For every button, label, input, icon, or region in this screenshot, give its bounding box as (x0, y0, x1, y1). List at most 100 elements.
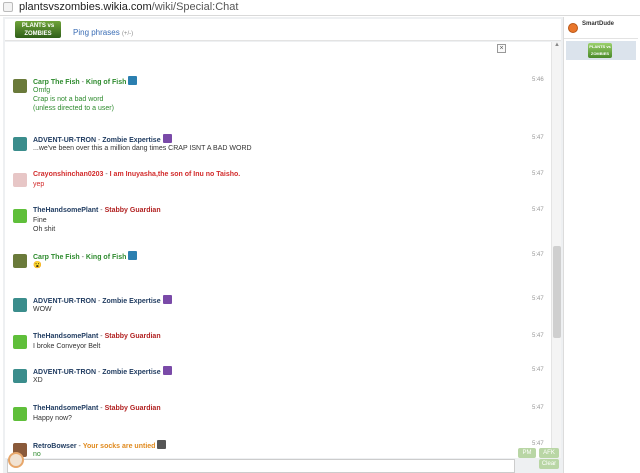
user-avatar[interactable] (13, 209, 27, 223)
scroll-up-icon[interactable]: ▲ (552, 42, 562, 48)
room-entry[interactable]: PLANTS vs ZOMBIES (566, 41, 636, 60)
address-text[interactable]: plantsvszombies.wikia.com/wiki/Special:C… (19, 1, 238, 14)
user-avatar[interactable] (13, 298, 27, 312)
chat-message: TheHandsomePlant - Stabby Guardian 5:47 Fi… (5, 206, 551, 234)
message-time: 5:46 (532, 77, 544, 83)
message-line: I broke Conveyor Belt (33, 343, 101, 350)
user-title: I am Inuyasha,the son of Inu no Taisho. (109, 171, 241, 178)
user-avatar[interactable] (13, 254, 27, 268)
message-header: RetroBowser - Your socks are untied (33, 440, 167, 451)
username[interactable]: Carp The Fish (33, 79, 80, 86)
message-header: ADVENT-UR-TRON - Zombie Expertise (33, 366, 172, 377)
chat-window: PLANTS vs ZOMBIES Ping phrases (+/-) × C… (3, 17, 638, 473)
ping-phrases-link[interactable]: Ping phrases (+/-) (73, 28, 133, 37)
username[interactable]: Crayonshinchan0203 (33, 171, 103, 178)
message-text: Omfg Crap is not a bad word (unless direct… (33, 86, 114, 113)
chat-message: ADVENT-UR-TRON - Zombie Expertise 5:47 WOW (5, 295, 551, 314)
chat-message: ADVENT-UR-TRON - Zombie Expertise 5:47 XD (5, 366, 551, 385)
self-avatar (8, 452, 24, 468)
message-list: × Carp The Fish - King of Fish 5:46 Omfg Cr… (5, 42, 551, 458)
message-line: ...we've been over this a million dang t… (33, 145, 252, 152)
message-text: yep (33, 180, 44, 189)
message-line: WOW (33, 306, 52, 313)
close-icon[interactable]: × (497, 44, 506, 53)
message-header: Crayonshinchan0203 - I am Inuyasha,the s… (33, 170, 240, 179)
username[interactable]: RetroBowser (33, 443, 77, 450)
clear-button[interactable]: Clear (539, 459, 559, 469)
chat-header: PLANTS vs ZOMBIES Ping phrases (+/-) (5, 19, 561, 41)
user-avatar[interactable] (13, 79, 27, 93)
badge-icon (128, 251, 138, 260)
username[interactable]: ADVENT-UR-TRON (33, 298, 96, 305)
chat-message: TheHandsomePlant - Stabby Guardian 5:47 I … (5, 332, 551, 351)
message-line: (unless directed to a user) (33, 105, 114, 112)
username[interactable]: TheHandsomePlant (33, 405, 98, 412)
message-header: TheHandsomePlant - Stabby Guardian (33, 206, 161, 215)
chat-message: Carp The Fish - King of Fish 5:46 Omfg Crap… (5, 76, 551, 113)
chat-message: Crayonshinchan0203 - I am Inuyasha,the s… (5, 170, 551, 189)
badge-icon (128, 76, 138, 85)
user-title: Zombie Expertise (102, 137, 161, 144)
message-time: 5:47 (532, 405, 544, 411)
message-line: Omfg (33, 87, 51, 94)
message-text: ...we've been over this a million dang t… (33, 144, 252, 153)
user-avatar[interactable] (13, 137, 27, 151)
user-title: Stabby Guardian (104, 207, 161, 214)
user-title: Zombie Expertise (102, 369, 161, 376)
message-header: Carp The Fish - King of Fish (33, 251, 138, 262)
user-title: King of Fish (85, 254, 127, 261)
message-time: 5:47 (532, 367, 544, 373)
username[interactable]: TheHandsomePlant (33, 207, 98, 214)
user-avatar[interactable] (13, 173, 27, 187)
chat-message: ADVENT-UR-TRON - Zombie Expertise 5:47...… (5, 134, 551, 153)
user-title: Stabby Guardian (104, 405, 161, 412)
scrollbar-thumb[interactable] (553, 246, 561, 338)
message-line: XD (33, 377, 43, 384)
message-scrollbar[interactable]: ▲ ▼ (551, 42, 561, 458)
user-title: King of Fish (85, 79, 127, 86)
username[interactable]: Carp The Fish (33, 254, 80, 261)
username[interactable]: ADVENT-UR-TRON (33, 369, 96, 376)
message-text: XD (33, 376, 43, 385)
message-time: 5:47 (532, 171, 544, 177)
ping-phrases-label[interactable]: Ping phrases (73, 28, 120, 37)
ping-phrases-count: (+/-) (121, 31, 134, 37)
message-line: Crap is not a bad word (33, 96, 104, 103)
message-input[interactable] (7, 459, 515, 473)
message-text: no (33, 450, 41, 458)
composer-bar: PM AFK Clear (5, 448, 561, 473)
message-text: I broke Conveyor Belt (33, 342, 100, 351)
chat-message: TheHandsomePlant - Stabby Guardian 5:47 Ha… (5, 404, 551, 423)
pm-button[interactable]: PM (518, 448, 536, 458)
message-header: TheHandsomePlant - Stabby Guardian (33, 404, 161, 413)
message-line: Fine (33, 217, 47, 224)
username[interactable]: ADVENT-UR-TRON (33, 137, 96, 144)
message-time: 5:47 (532, 135, 544, 141)
message-line: Oh shit (33, 226, 56, 233)
user-avatar[interactable] (13, 335, 27, 349)
message-time: 5:47 (532, 333, 544, 339)
message-text: Happy now? (33, 414, 72, 423)
badge-icon (157, 440, 167, 449)
message-time: 5:47 (532, 207, 544, 213)
user-avatar[interactable] (13, 369, 27, 383)
message-line: no (33, 451, 41, 458)
user-title: Zombie Expertise (102, 298, 161, 305)
wiki-logo[interactable]: PLANTS vs ZOMBIES (15, 21, 61, 38)
badge-icon (162, 295, 172, 304)
afk-button[interactable]: AFK (539, 448, 559, 458)
favicon-icon (3, 2, 13, 12)
message-text: 😮 (33, 261, 42, 270)
user-list-panel: SmartDude PLANTS vs ZOMBIES (563, 17, 638, 473)
user-avatar[interactable] (13, 407, 27, 421)
username[interactable]: TheHandsomePlant (33, 333, 98, 340)
current-user-name[interactable]: SmartDude (582, 21, 614, 27)
room-logo: PLANTS vs ZOMBIES (588, 43, 612, 58)
badge-icon (162, 134, 172, 143)
user-title: Stabby Guardian (104, 333, 161, 340)
message-text: WOW (33, 305, 52, 314)
current-user[interactable]: SmartDude (564, 17, 638, 39)
current-user-avatar (568, 23, 578, 33)
browser-url-bar[interactable]: plantsvszombies.wikia.com/wiki/Special:C… (0, 0, 640, 16)
message-line: 😮 (33, 262, 42, 269)
